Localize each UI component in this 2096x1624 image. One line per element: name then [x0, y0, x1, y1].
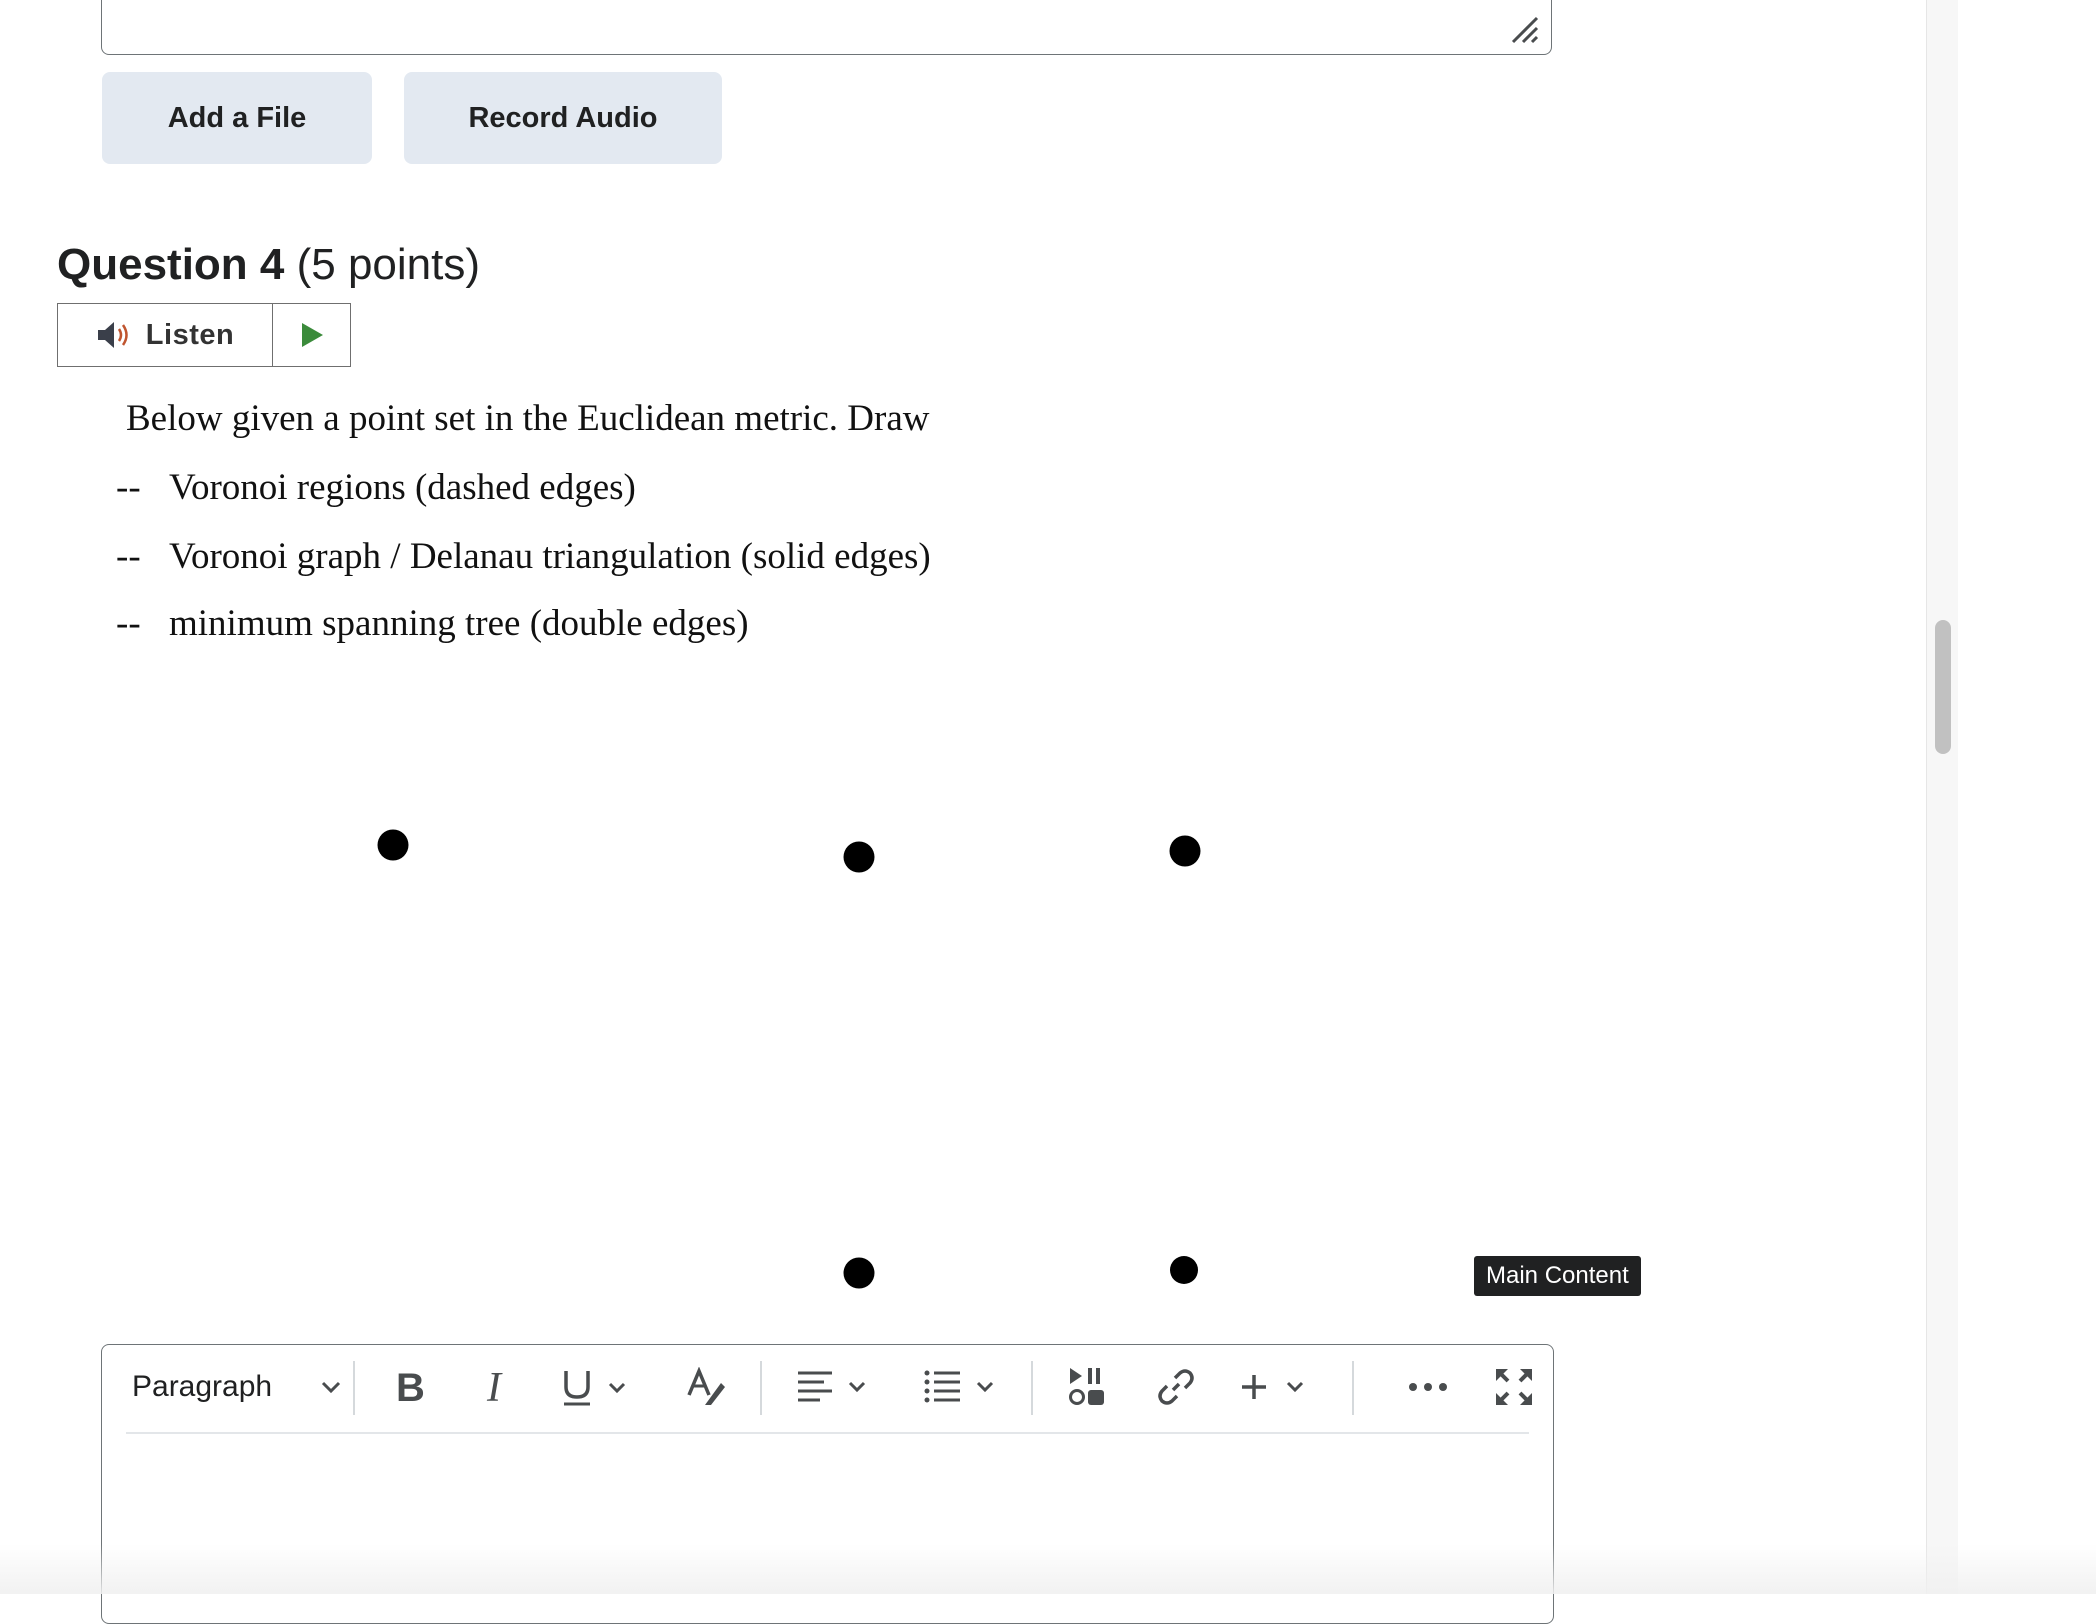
italic-icon: I	[486, 1368, 503, 1406]
page-scrollbar-thumb[interactable]	[1935, 620, 1951, 754]
fullscreen-button[interactable]	[1486, 1359, 1542, 1415]
list-dash: --	[116, 603, 141, 644]
play-button[interactable]	[273, 304, 350, 366]
listen-widget: Listen	[57, 303, 351, 367]
main-content-tooltip: Main Content	[1474, 1256, 1641, 1296]
add-file-button[interactable]: Add a File	[102, 72, 372, 164]
align-icon	[798, 1371, 866, 1402]
toolbar-divider	[760, 1361, 762, 1415]
more-actions-button[interactable]	[1400, 1359, 1456, 1415]
page-scrollbar[interactable]	[1926, 0, 1958, 1594]
text-format-icon	[687, 1367, 725, 1405]
bold-button[interactable]: B	[382, 1359, 438, 1415]
align-button[interactable]	[794, 1359, 878, 1415]
previous-answer-textarea[interactable]	[101, 0, 1552, 55]
toolbar-divider	[1352, 1361, 1354, 1415]
question-intro: Below given a point set in the Euclidean…	[126, 398, 930, 439]
link-icon	[1158, 1369, 1194, 1405]
point-dot	[377, 829, 409, 861]
question-heading: Question 4 (5 points)	[57, 240, 480, 290]
editor-toolbar: Paragraph B I	[126, 1345, 1532, 1434]
play-icon	[301, 323, 323, 347]
more-icon	[1409, 1383, 1447, 1391]
list-dash: --	[116, 467, 141, 508]
listen-label: Listen	[145, 318, 235, 351]
insert-link-button[interactable]	[1148, 1359, 1204, 1415]
point-dot	[843, 841, 875, 873]
block-format-select[interactable]: Paragraph	[132, 1359, 342, 1415]
resize-handle-icon[interactable]	[1509, 14, 1539, 44]
insert-media-button[interactable]	[1060, 1359, 1116, 1415]
point-dot	[843, 1257, 875, 1289]
list-dash: --	[116, 536, 141, 577]
question-title: Question 4	[57, 240, 285, 289]
chevron-down-icon	[321, 1381, 341, 1394]
list-button[interactable]	[922, 1359, 1006, 1415]
list-item-mst: minimum spanning tree (double edges)	[169, 603, 749, 644]
point-dot	[1169, 835, 1201, 867]
listen-button[interactable]: Listen	[58, 304, 273, 366]
fullscreen-icon	[1496, 1369, 1532, 1405]
bold-icon: B	[396, 1368, 425, 1406]
block-format-label: Paragraph	[132, 1370, 273, 1403]
text-format-button[interactable]	[678, 1359, 734, 1415]
answer-editor[interactable]: Paragraph B I	[101, 1344, 1554, 1624]
list-item-delaunay: Voronoi graph / Delanau triangulation (s…	[169, 536, 931, 577]
insert-icon	[1242, 1375, 1304, 1399]
toolbar-divider	[353, 1361, 355, 1415]
underline-button[interactable]	[558, 1359, 638, 1415]
list-icon	[924, 1370, 994, 1403]
italic-button[interactable]: I	[468, 1359, 524, 1415]
toolbar-divider	[1031, 1361, 1033, 1415]
list-item-voronoi-regions: Voronoi regions (dashed edges)	[169, 467, 636, 508]
insert-stuff-button[interactable]	[1240, 1359, 1320, 1415]
svg-text:B: B	[396, 1368, 425, 1406]
question-points: (5 points)	[296, 240, 481, 289]
media-icon	[1069, 1368, 1104, 1405]
speaker-icon	[97, 322, 128, 348]
record-audio-button[interactable]: Record Audio	[404, 72, 722, 164]
point-dot	[1170, 1256, 1198, 1284]
svg-text:I: I	[486, 1368, 503, 1406]
underline-icon	[564, 1371, 626, 1406]
